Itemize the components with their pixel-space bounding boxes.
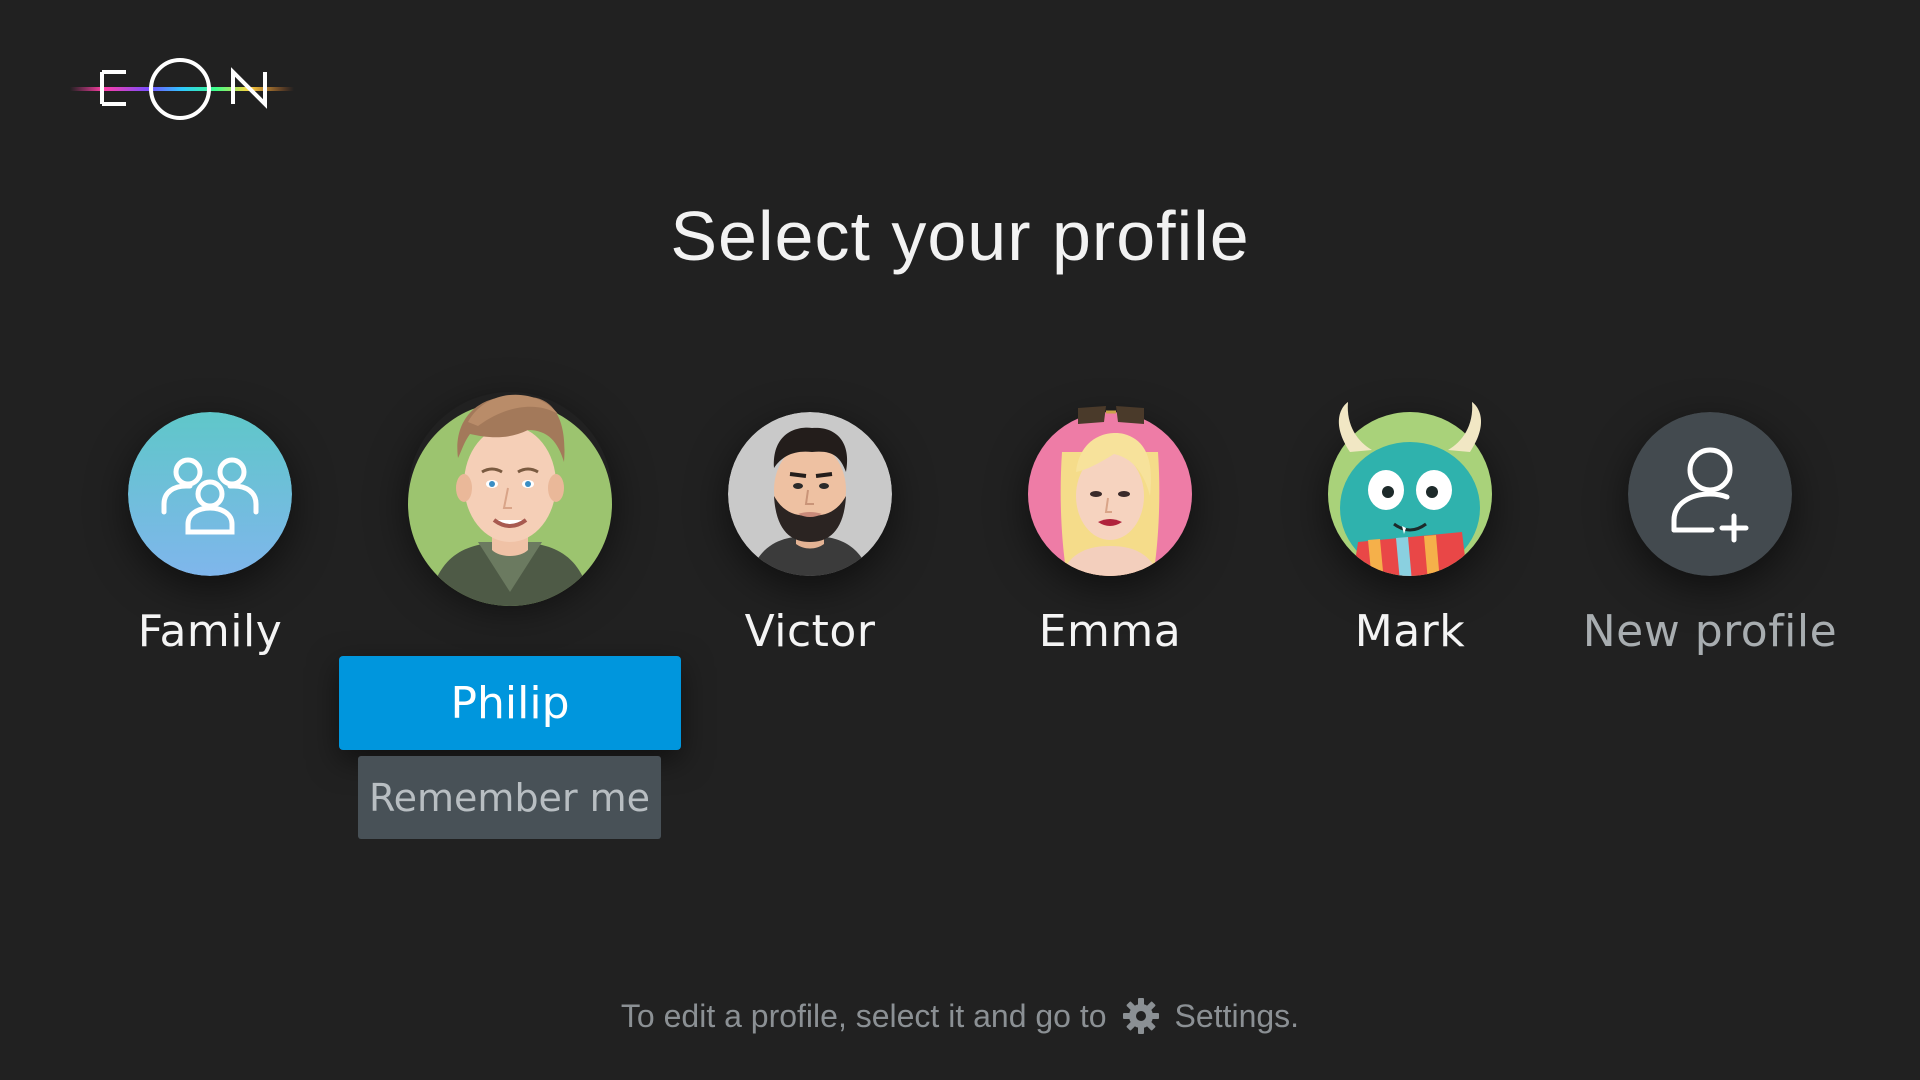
profile-name: Mark [1354, 606, 1466, 657]
mark-monster-avatar [1328, 402, 1492, 576]
page-title: Select your profile [670, 197, 1250, 275]
profile-select-screen: Select your profile Family Victor Emma M… [0, 0, 1920, 1080]
remember-me-button[interactable]: Remember me [358, 756, 661, 839]
gear-icon [1121, 996, 1161, 1036]
emma-avatar [1028, 406, 1192, 576]
eon-logo [70, 50, 294, 130]
family-group-icon [128, 412, 292, 576]
settings-hint: To edit a profile, select it and go to S… [0, 996, 1920, 1036]
philip-avatar [408, 392, 612, 606]
select-philip-button[interactable]: Philip [339, 656, 681, 750]
profile-name: Emma [1038, 606, 1182, 657]
profile-name: Victor [744, 606, 876, 657]
add-user-icon [1628, 412, 1792, 576]
hint-text: To edit a profile, select it and go to [620, 997, 1107, 1034]
profile-name: Family [137, 606, 283, 657]
profile-name: New profile [1582, 606, 1838, 657]
hint-settings-label: Settings. [1174, 997, 1300, 1034]
victor-avatar [728, 412, 892, 576]
